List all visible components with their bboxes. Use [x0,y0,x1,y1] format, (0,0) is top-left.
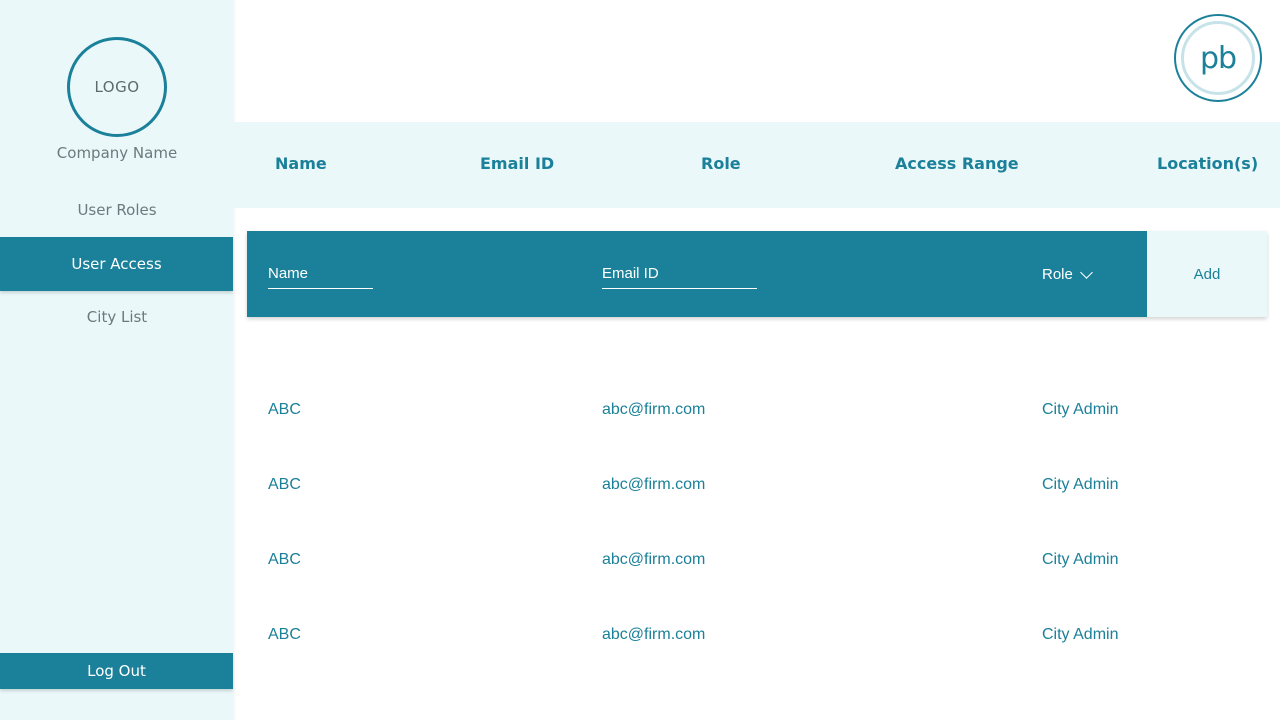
avatar-initials: pb [1181,21,1255,95]
row-name: ABC [268,626,301,643]
row-name: ABC [268,551,301,568]
avatar[interactable]: pb [1174,14,1262,102]
table-row[interactable]: ABC abc@firm.com City Admin [247,476,1267,506]
column-header-access-range: Access Range [895,154,1019,173]
role-select[interactable]: Role [1042,265,1093,283]
row-name: ABC [268,401,301,418]
table-row[interactable]: ABC abc@firm.com City Admin [247,401,1267,431]
row-email: abc@firm.com [602,476,706,493]
column-header-email: Email ID [480,154,555,173]
row-name: ABC [268,476,301,493]
email-input[interactable] [602,265,757,289]
row-email: abc@firm.com [602,551,706,568]
column-header-role: Role [701,154,741,173]
table-header: Name Email ID Role Access Range Location… [234,122,1280,208]
app: LOGO Company Name User Roles User Access… [0,0,1280,720]
add-button[interactable]: Add [1147,231,1267,317]
add-user-form: Role Add [247,231,1267,317]
column-header-name: Name [275,154,327,173]
add-user-form-bar: Role [247,231,1147,317]
logo: LOGO [67,37,167,137]
table-row[interactable]: ABC abc@firm.com City Admin [247,551,1267,581]
row-email: abc@firm.com [602,401,706,418]
row-role: City Admin [1042,551,1119,568]
sidebar: LOGO Company Name User Roles User Access… [0,0,234,720]
row-role: City Admin [1042,626,1119,643]
column-header-locations: Location(s) [1157,154,1259,173]
sidebar-item-user-roles[interactable]: User Roles [0,183,234,237]
role-select-label: Role [1042,266,1073,283]
row-email: abc@firm.com [602,626,706,643]
company-name: Company Name [56,144,178,162]
sidebar-item-user-access[interactable]: User Access [0,237,233,291]
name-input[interactable] [268,265,373,289]
logout-button[interactable]: Log Out [0,653,233,689]
row-role: City Admin [1042,401,1119,418]
sidebar-item-city-list[interactable]: City List [0,290,234,344]
row-role: City Admin [1042,476,1119,493]
chevron-down-icon [1079,265,1093,279]
table-row[interactable]: ABC abc@firm.com City Admin [247,626,1267,656]
